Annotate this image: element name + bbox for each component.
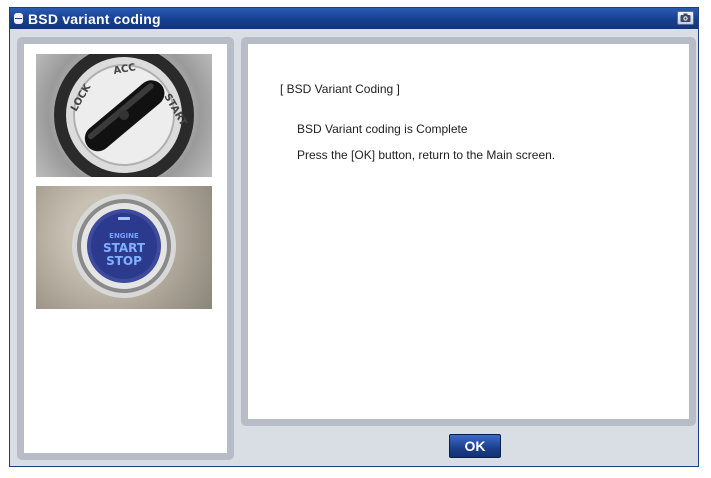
button-label-stop: STOP <box>106 254 142 268</box>
message-panel: [ BSD Variant Coding ] BSD Variant codin… <box>241 37 696 426</box>
title-bar[interactable]: BSD variant coding <box>10 8 698 29</box>
message-line-complete: BSD Variant coding is Complete <box>297 122 468 136</box>
start-stop-button-icon: ENGINE START STOP <box>36 186 212 309</box>
message-heading: [ BSD Variant Coding ] <box>280 82 400 96</box>
button-label-start: START <box>103 241 146 255</box>
camera-icon[interactable] <box>677 11 694 25</box>
ignition-key-icon: LOCK ACC START <box>36 54 212 177</box>
message-line-instruction: Press the [OK] button, return to the Mai… <box>297 148 556 162</box>
dialog-window: BSD variant coding LOCK ACC START ENGINE… <box>9 7 699 467</box>
left-image-panel: LOCK ACC START ENGINE START STOP <box>17 37 234 460</box>
left-image-panel-inner: LOCK ACC START ENGINE START STOP <box>24 44 227 453</box>
button-label-engine: ENGINE <box>109 232 139 240</box>
disc-icon <box>14 13 23 24</box>
ok-button[interactable]: OK <box>449 434 501 458</box>
window-title: BSD variant coding <box>28 10 161 27</box>
message-panel-inner: [ BSD Variant Coding ] BSD Variant codin… <box>248 44 689 419</box>
